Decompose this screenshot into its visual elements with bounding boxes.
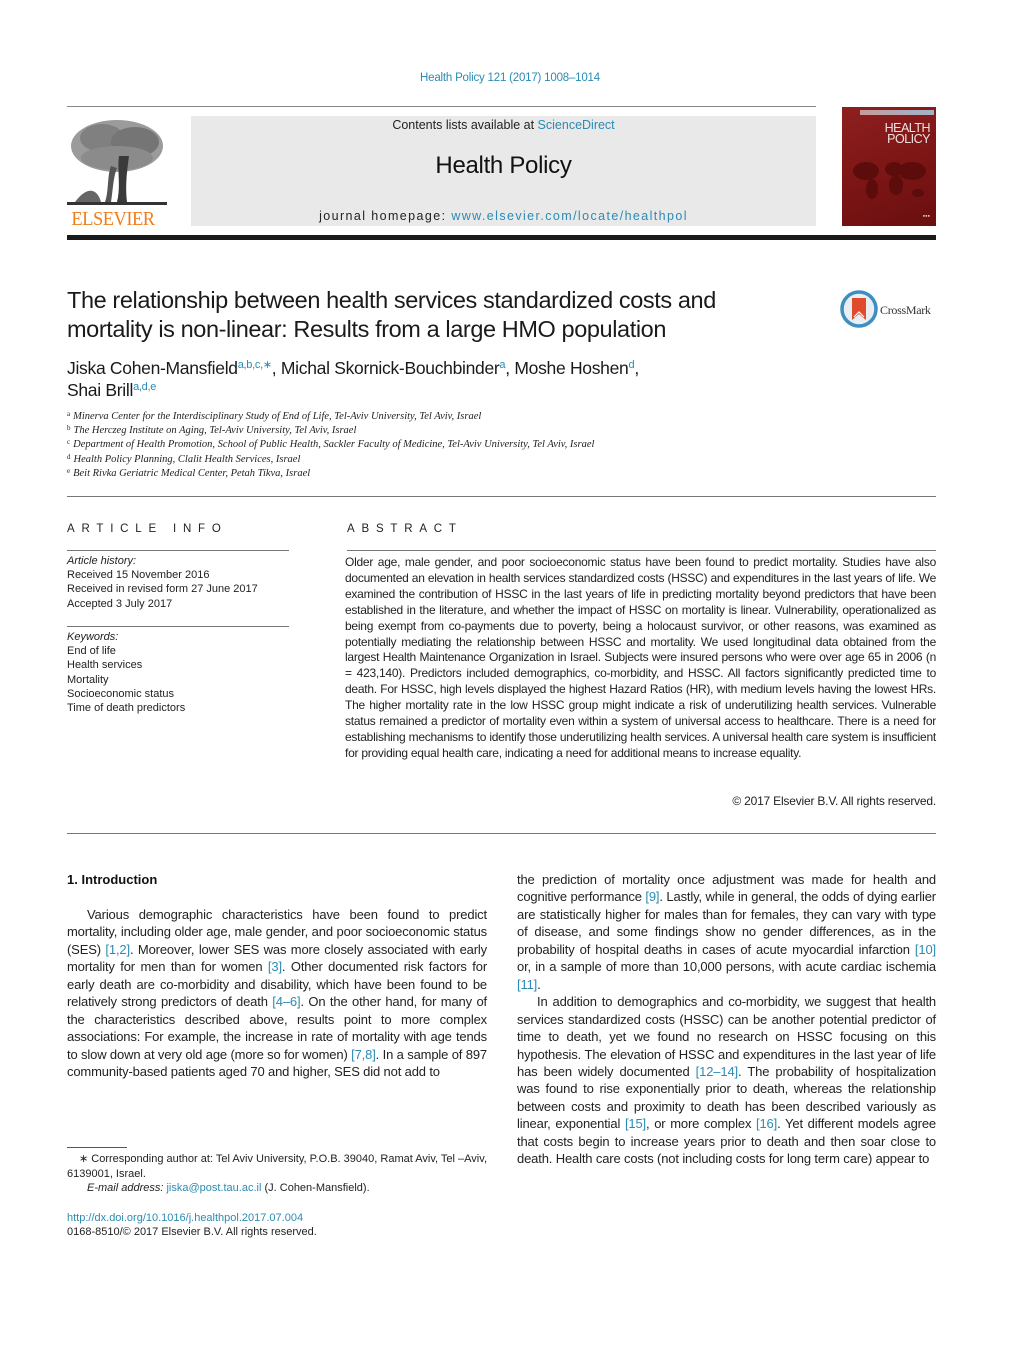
article-title: The relationship between health services… [67,287,716,342]
body-text: , or more complex [646,1116,757,1132]
header-thick-rule [67,235,936,240]
elsevier-tree-icon [67,116,167,208]
email-line: E-mail address: jiska@post.tau.ac.il (J.… [67,1181,487,1196]
author[interactable]: Shai Brilla,d,e [67,380,156,400]
body-column-right: the prediction of mortality once adjustm… [517,871,936,1168]
header-rule [67,106,816,107]
elsevier-logo[interactable]: ELSEVIER [67,116,167,230]
article-history: Article history: Received 15 November 20… [67,554,289,611]
author[interactable]: Moshe Hoshend [514,358,634,378]
doi-link[interactable]: http://dx.doi.org/10.1016/j.healthpol.20… [67,1212,303,1224]
journal-title: Health Policy [435,152,572,179]
article-info-rule [67,550,289,551]
section-divider [67,496,936,497]
paragraph: the prediction of mortality once adjustm… [517,871,936,993]
citation-link[interactable]: [7,8] [351,1047,376,1062]
citation-link[interactable]: [4–6] [272,994,300,1009]
body-text: . [537,976,541,992]
citation-link[interactable]: [1,2] [105,942,130,957]
issn-copyright: 0168-8510/© 2017 Elsevier B.V. All right… [67,1226,317,1238]
affiliation: c Department of Health Promotion, School … [67,438,595,451]
elsevier-wordmark: ELSEVIER [71,208,155,230]
footnote-rule [67,1147,127,1148]
affiliations-list: a Minerva Center for the Interdisciplinar… [67,410,787,481]
affiliation: e Beit Rivka Geriatric Medical Center, Pe… [67,466,311,479]
paragraph: In addition to demographics and co-morbi… [517,993,936,1168]
abstract-heading: ABSTRACT [347,523,463,535]
citation-link[interactable]: [12–14] [696,1064,738,1079]
section-heading-introduction: 1. Introduction [67,872,158,887]
keywords-label: Keywords: [67,631,119,643]
world-map-icon [853,162,926,199]
citation-link[interactable]: [9] [645,889,659,904]
email-link[interactable]: jiska@post.tau.ac.il [166,1182,261,1194]
history-revised: Received in revised form 27 June 2017 [67,583,258,596]
affiliation: d Health Policy Planning, Clalit Health S… [67,452,301,465]
section-divider [67,833,936,834]
article-info-heading: ARTICLE INFO [67,523,228,535]
affiliation: b The Herczeg Institute on Aging, Tel-Avi… [67,424,357,437]
journal-citation-link[interactable]: Health Policy 121 (2017) 1008–1014 [0,72,1020,84]
email-label: E-mail address: [87,1182,167,1194]
keyword: End of life [67,645,116,658]
cover-strip [860,110,934,115]
history-label: Article history: [67,555,137,567]
abstract-rule [347,550,936,551]
crossmark-button[interactable]: CrossMark [840,290,940,330]
body-column-left: Various demographic characteristics have… [67,906,487,1081]
journal-homepage-line: journal homepage: www.elsevier.com/locat… [191,209,816,223]
crossmark-icon [840,290,878,328]
email-suffix: (J. Cohen-Mansfield). [261,1182,370,1194]
affiliation: a Minerva Center for the Interdisciplinar… [67,410,482,423]
citation-link[interactable]: [3] [268,959,282,974]
crossmark-label: CrossMark [880,303,931,317]
history-received: Received 15 November 2016 [67,569,210,582]
journal-cover-image[interactable]: HEALTH POLICY ●●● [842,107,936,226]
keywords: Keywords: End of life Health services Mo… [67,630,289,715]
body-text: or, in a sample of more than 10,000 pers… [517,959,936,975]
keyword: Mortality [67,673,109,686]
cover-publisher-mark: ●●● [922,213,930,218]
paragraph: Various demographic characteristics have… [67,906,487,1081]
author[interactable]: Michal Skornick-Bouchbindera [281,358,506,378]
journal-homepage-link[interactable]: www.elsevier.com/locate/healthpol [451,209,688,223]
keyword: Health services [67,659,143,672]
author-affiliation-markers[interactable]: a,b,c,∗ [238,359,272,371]
citation-link[interactable]: [10] [915,942,936,957]
citation-link[interactable]: [15] [625,1116,646,1131]
article-info-rule [67,626,289,627]
contents-available-line: Contents lists available at ScienceDirec… [191,118,816,132]
sciencedirect-link[interactable]: ScienceDirect [538,118,615,132]
keyword: Time of death predictors [67,702,186,715]
keyword: Socioeconomic status [67,687,174,700]
author-list: Jiska Cohen-Mansfielda,b,c,∗, Michal Sko… [67,358,639,400]
citation-link[interactable]: [16] [756,1116,777,1131]
citation-link[interactable]: [11] [517,977,537,992]
corresponding-author-address: ∗ Corresponding author at: Tel Aviv Univ… [67,1153,487,1180]
homepage-prefix: journal homepage: [319,209,452,223]
abstract-text: Older age, male gender, and poor socioec… [345,555,936,760]
corresponding-author-footnote: ∗ Corresponding author at: Tel Aviv Univ… [67,1152,487,1196]
history-accepted: Accepted 3 July 2017 [67,597,173,610]
abstract-copyright: © 2017 Elsevier B.V. All rights reserved… [732,794,936,808]
cover-title: HEALTH POLICY [884,121,931,146]
author[interactable]: Jiska Cohen-Mansfielda,b,c,∗ [67,358,272,378]
author-affiliation-markers[interactable]: a,d,e [133,381,156,393]
contents-prefix: Contents lists available at [392,118,538,132]
